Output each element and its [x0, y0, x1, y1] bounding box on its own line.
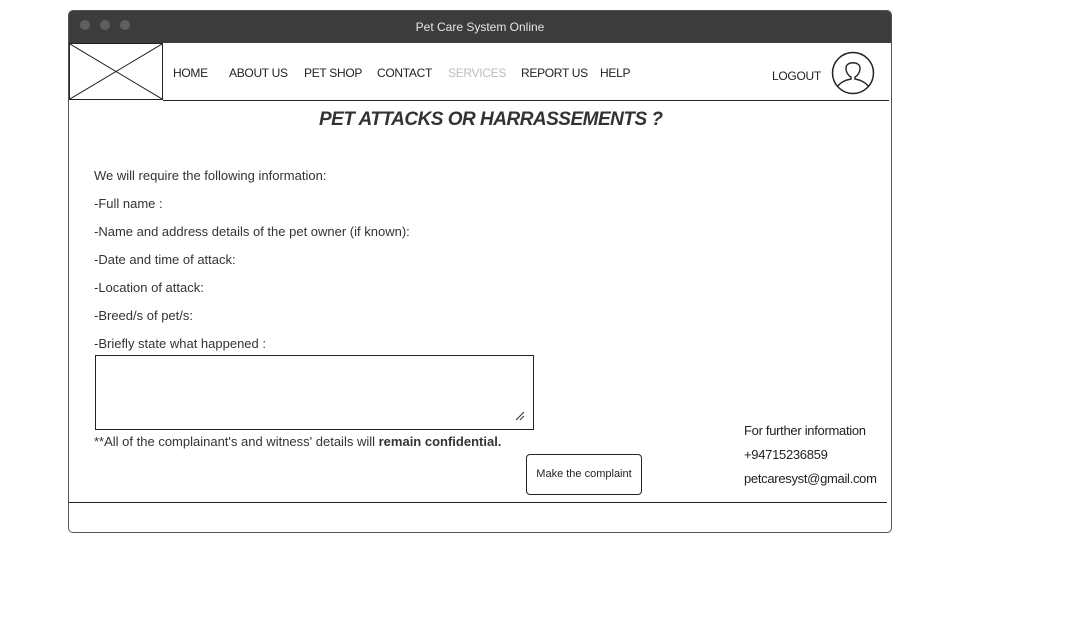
- confidential-note-emphasis: remain confidential.: [378, 434, 502, 449]
- nav-item-services[interactable]: SERVICES: [448, 66, 506, 80]
- contact-heading: For further information: [744, 423, 866, 438]
- page-title: PET ATTACKS OR HARRASSEMENTS ?: [319, 109, 663, 130]
- nav-item-report-us[interactable]: REPORT US: [521, 66, 588, 80]
- nav-item-contact[interactable]: CONTACT: [377, 66, 432, 80]
- field-full-name: -Full name :: [94, 196, 163, 211]
- footer-divider: [69, 502, 887, 503]
- contact-email[interactable]: petcaresyst@gmail.com: [744, 471, 877, 486]
- intro-text: We will require the following informatio…: [94, 168, 327, 183]
- field-date-time: -Date and time of attack:: [94, 252, 236, 267]
- nav-item-pet-shop[interactable]: PET SHOP: [304, 66, 362, 80]
- title-bar: Pet Care System Online: [69, 11, 891, 43]
- nav-item-about-us[interactable]: ABOUT US: [229, 66, 288, 80]
- user-avatar-icon[interactable]: [831, 51, 875, 95]
- confidential-note: **All of the complainant's and witness' …: [94, 434, 501, 449]
- contact-phone[interactable]: +94715236859: [744, 447, 828, 462]
- description-textarea[interactable]: [95, 355, 534, 430]
- header-divider: [163, 100, 889, 101]
- field-description-label: -Briefly state what happened :: [94, 336, 266, 351]
- make-complaint-button[interactable]: Make the complaint: [526, 454, 642, 495]
- logo-placeholder-icon[interactable]: [69, 43, 163, 100]
- nav-item-home[interactable]: HOME: [173, 66, 208, 80]
- nav-item-help[interactable]: HELP: [600, 66, 630, 80]
- browser-window: Pet Care System Online HOME ABOUT US PET…: [68, 10, 892, 533]
- field-owner-details: -Name and address details of the pet own…: [94, 224, 410, 239]
- resize-grip-icon[interactable]: [515, 411, 525, 421]
- field-breed: -Breed/s of pet/s:: [94, 308, 193, 323]
- confidential-note-prefix: **All of the complainant's and witness' …: [94, 434, 379, 449]
- logout-link[interactable]: LOGOUT: [772, 69, 821, 83]
- field-location: -Location of attack:: [94, 280, 204, 295]
- window-title: Pet Care System Online: [415, 20, 545, 34]
